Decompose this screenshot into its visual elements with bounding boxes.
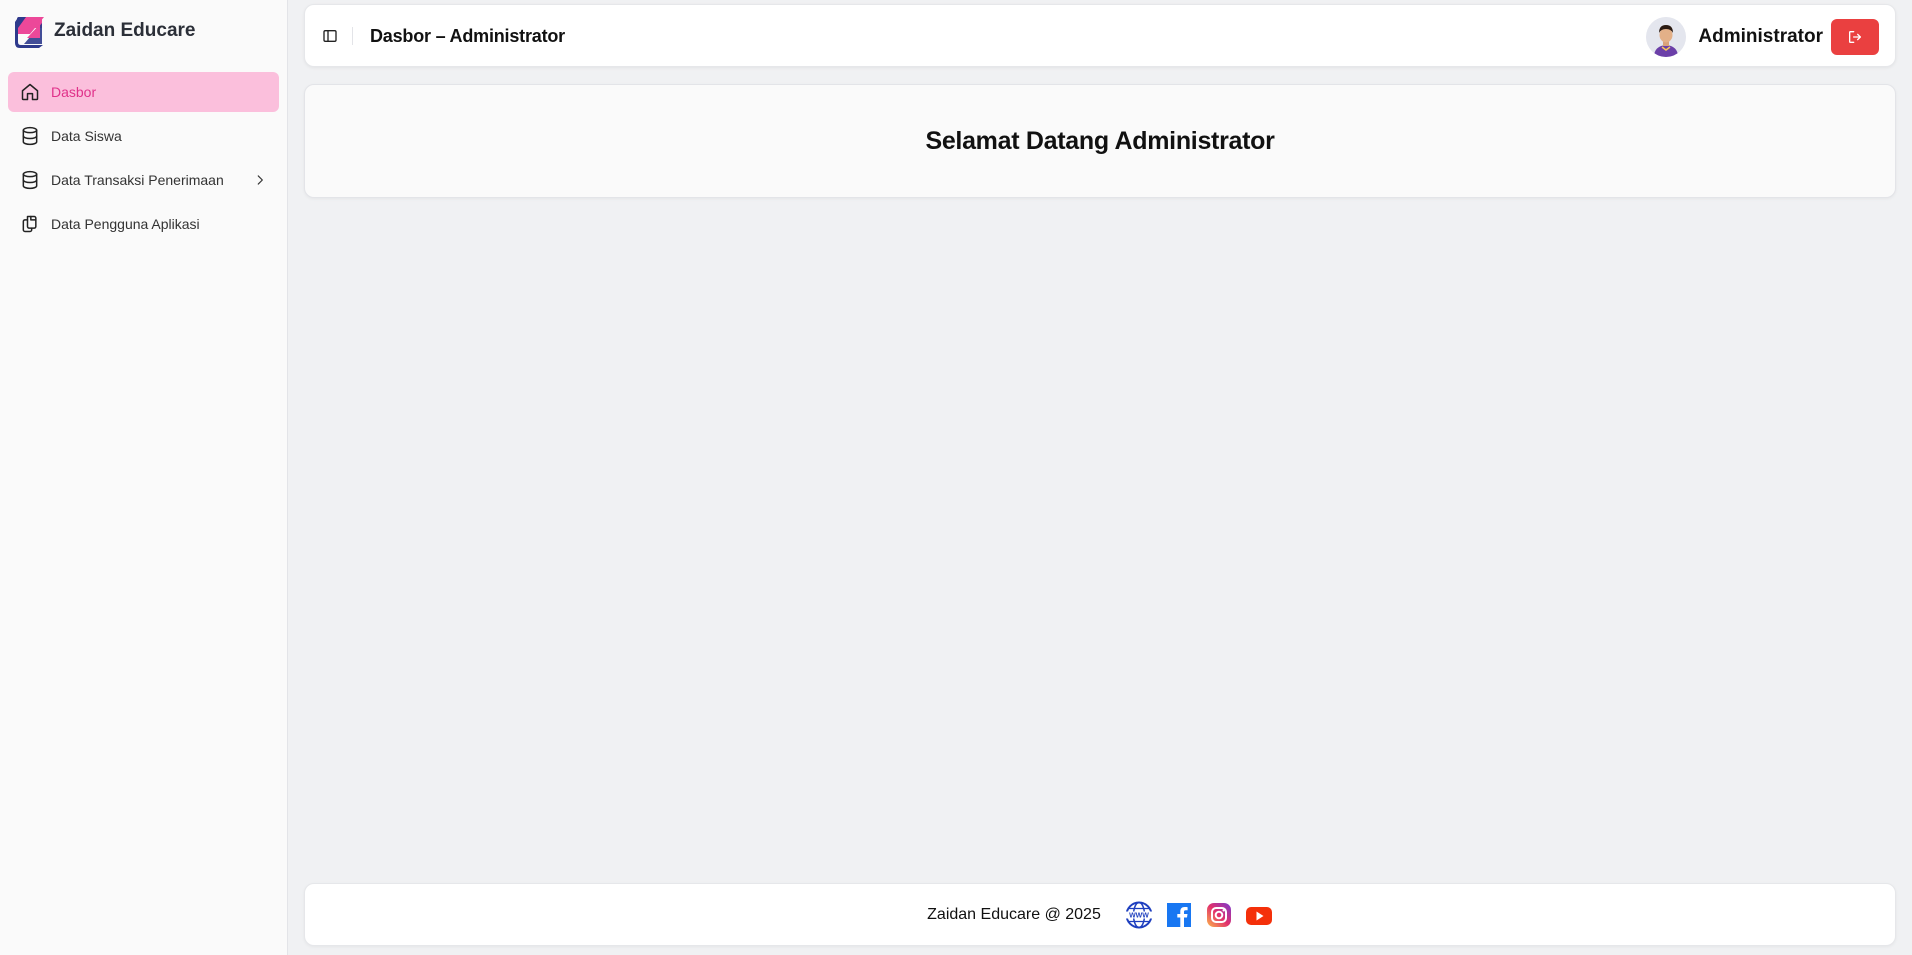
brand[interactable]: Zaidan Educare xyxy=(14,14,196,48)
welcome-heading: Selamat Datang Administrator xyxy=(925,126,1275,155)
page-title: Dasbor – Administrator xyxy=(370,26,565,46)
facebook-link[interactable] xyxy=(1165,901,1193,929)
sidebar-item-data-pengguna-aplikasi[interactable]: Data Pengguna Aplikasi xyxy=(8,204,279,244)
instagram-link[interactable] xyxy=(1205,901,1233,929)
topbar-divider xyxy=(352,27,353,45)
sidebar-item-data-transaksi-penerimaan[interactable]: Data Transaksi Penerimaan xyxy=(8,160,279,200)
sidebar-nav: Dasbor Data Siswa Data Transaksi Penerim… xyxy=(8,72,279,248)
topbar: Dasbor – Administrator Administrator xyxy=(304,4,1896,67)
user-name: Administrator xyxy=(1698,26,1823,47)
sidebar-item-label: Data Transaksi Penerimaan xyxy=(51,172,224,188)
user-avatar-icon xyxy=(1646,17,1687,57)
zaidan-logo-icon xyxy=(15,17,44,48)
sidebar-item-label: Data Siswa xyxy=(51,128,122,144)
logout-icon xyxy=(1849,31,1861,43)
sidebar: Zaidan Educare Dasbor Data Siswa Data Tr… xyxy=(0,0,288,955)
sidebar-toggle-button[interactable] xyxy=(319,25,341,47)
sidebar-item-dasbor[interactable]: Dasbor xyxy=(8,72,279,112)
database-icon xyxy=(22,170,38,190)
sidebar-toggle-icon xyxy=(323,30,337,42)
website-link[interactable]: WWW xyxy=(1124,901,1153,929)
user-area: Administrator xyxy=(1646,17,1879,57)
footer-copyright: Zaidan Educare @ 2025 xyxy=(927,905,1101,923)
www-globe-icon: WWW xyxy=(1124,901,1153,928)
brand-name: Zaidan Educare xyxy=(54,20,196,41)
avatar[interactable] xyxy=(1646,17,1687,57)
instagram-icon xyxy=(1206,902,1231,927)
footer: Zaidan Educare @ 2025 WWW xyxy=(304,883,1896,946)
sidebar-item-data-siswa[interactable]: Data Siswa xyxy=(8,116,279,156)
youtube-link[interactable] xyxy=(1245,901,1273,929)
database-icon xyxy=(22,126,38,146)
facebook-icon xyxy=(1166,902,1191,927)
home-icon xyxy=(21,83,39,101)
logout-button[interactable] xyxy=(1831,19,1879,55)
sidebar-item-label: Dasbor xyxy=(51,84,97,100)
chevron-right-icon[interactable] xyxy=(253,173,267,187)
social-links: WWW xyxy=(1124,901,1273,929)
youtube-icon xyxy=(1245,906,1272,925)
sidebar-item-label: Data Pengguna Aplikasi xyxy=(51,216,200,232)
copy-document-icon xyxy=(22,215,37,233)
svg-text:WWW: WWW xyxy=(1129,912,1149,919)
welcome-card: Selamat Datang Administrator xyxy=(304,84,1896,198)
